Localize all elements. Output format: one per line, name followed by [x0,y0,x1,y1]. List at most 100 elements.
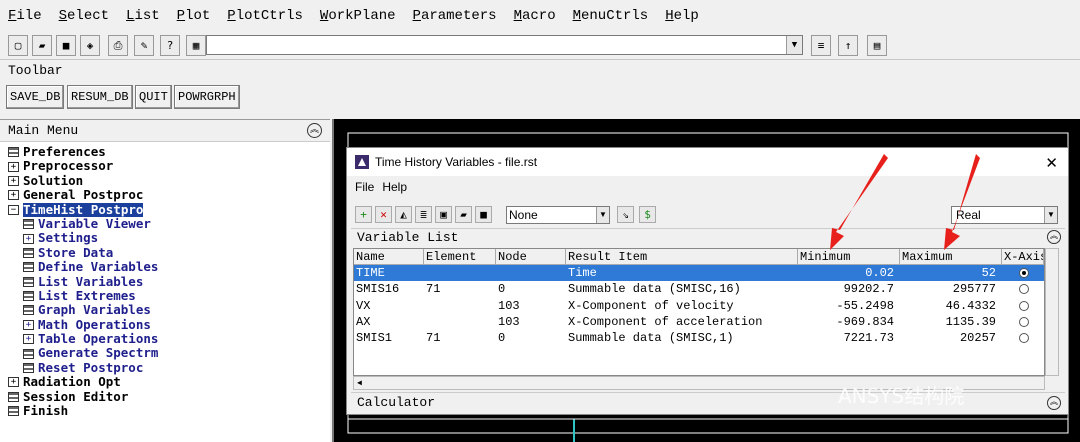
menu-item-variable-viewer[interactable]: Variable Viewer [8,216,330,231]
chevron-down-icon[interactable]: ▼ [596,207,609,223]
table-row[interactable]: TIME Time 0.02 52 [354,265,1044,282]
column-header[interactable]: Element [424,249,496,264]
x-axis-radio[interactable] [1019,333,1029,344]
properties-icon[interactable]: ▣ [435,205,452,223]
save-db-button[interactable]: SAVE_DB [6,85,65,109]
print-icon[interactable]: ⎙ [108,35,128,56]
x-axis-radio[interactable] [1019,284,1029,295]
menu-list[interactable]: List [126,8,160,24]
new-file-icon[interactable]: ▢ [8,35,28,56]
collapse-icon[interactable]: ︽ [307,123,322,138]
menu-item-table-operations[interactable]: + Table Operations [8,331,330,346]
table-row[interactable]: VX 103 X-Component of velocity -55.2498 46.4… [354,298,1044,314]
close-icon[interactable]: ✕ [1045,154,1058,172]
menu-plot[interactable]: Plot [177,8,211,24]
x-axis-radio[interactable] [1019,300,1029,311]
table-row[interactable]: AX 103 X-Component of acceleration -969.834… [354,314,1044,330]
menu-item-finish[interactable]: Finish [8,403,330,418]
menu-item-session-editor[interactable]: Session Editor [8,389,330,404]
menu-item-label: Settings [38,230,99,246]
menu-menuctrls[interactable]: MenuCtrls [573,8,649,24]
cell-item: X-Component of acceleration [568,314,763,329]
vertical-scrollbar[interactable] [1045,248,1059,376]
chevron-down-icon[interactable]: ▼ [786,36,802,54]
menu-item-math-operations[interactable]: + Math Operations [8,317,330,332]
column-header[interactable]: Maximum [900,249,1002,264]
menu-item-define-variables[interactable]: Define Variables [8,259,330,274]
main-menu-panel: Main Menu ︽ Preferences + Preprocessor + Solu… [0,119,330,442]
column-header[interactable]: Name [354,249,424,264]
database-icon[interactable]: ◈ [80,35,100,56]
table-row[interactable]: SMIS16 71 0 Summable data (SMISC,16) 99202.7… [354,281,1044,297]
menu-item-generate-spectrm[interactable]: Generate Spectrm [8,346,330,360]
menu-item-list-variables[interactable]: List Variables [8,274,330,289]
add-variable-icon[interactable]: + [355,205,372,223]
menu-item-radiation-opt[interactable]: + Radiation Opt [8,374,330,389]
cell-name: VX [356,298,371,313]
open-folder-icon[interactable]: ▰ [32,35,52,56]
import-icon[interactable]: ⇘ [617,206,634,223]
main-menu-title: Main Menu ︽ [0,120,330,142]
document-icon [23,363,34,374]
menu-item-reset-postproc[interactable]: Reset Postproc [8,360,330,375]
dialog-menu-help[interactable]: Help [382,180,407,194]
x-axis-radio[interactable] [1019,268,1029,278]
menu-item-solution[interactable]: + Solution [8,172,330,188]
menu-macro[interactable]: Macro [514,8,556,24]
list-icon[interactable]: ≣ [415,205,432,223]
document-icon [23,262,34,273]
x-axis-radio[interactable] [1019,316,1029,327]
expand-icon: + [8,175,19,186]
cell-max: 295777 [952,282,996,297]
report-icon[interactable]: ✎ [134,35,154,56]
menu-item-list-extremes[interactable]: List Extremes [8,288,330,303]
collapse-icon[interactable]: ︽ [1047,230,1061,244]
menu-parameters[interactable]: Parameters [413,8,497,24]
menu-item-label: Preferences [23,144,106,159]
menu-file[interactable]: File [8,8,42,24]
column-header[interactable]: Minimum [798,249,900,264]
column-header[interactable]: Node [496,249,566,264]
menu-item-graph-variables[interactable]: Graph Variables [8,302,330,317]
graph-icon[interactable]: ◭ [395,205,412,223]
menu-item-settings[interactable]: + Settings [8,230,330,246]
column-header[interactable]: Result Item [566,249,798,264]
command-history-icon[interactable]: ↑ [838,35,858,56]
menu-help[interactable]: Help [665,8,699,24]
menu-item-preferences[interactable]: Preferences [8,144,330,159]
calculator-icon[interactable]: $ [639,206,656,223]
dialog-menu-file[interactable]: File [355,180,374,194]
table-row[interactable]: SMIS1 71 0 Summable data (SMISC,1) 7221.73 20… [354,330,1044,346]
delete-variable-icon[interactable]: ✕ [375,205,392,223]
collapse-icon[interactable]: ︽ [1047,396,1061,410]
cell-name: SMIS16 [356,282,400,297]
menu-item-preprocessor[interactable]: + Preprocessor [8,158,330,173]
help-icon[interactable]: ? [160,35,180,56]
menu-item-general-postproc[interactable]: + General Postproc [8,187,330,202]
open-icon[interactable]: ▰ [455,205,472,223]
quit-button[interactable]: QUIT [135,85,172,109]
column-header[interactable]: X-Axis [1002,249,1044,264]
powrgrph-button[interactable]: POWRGRPH [174,85,240,109]
resume-db-button[interactable]: RESUM_DB [67,85,133,109]
command-grid-icon[interactable]: ▦ [186,35,206,56]
menu-item-store-data[interactable]: Store Data [8,245,330,260]
menu-plotctrls[interactable]: PlotCtrls [227,8,303,24]
chevron-down-icon[interactable]: ▼ [1044,207,1057,223]
save-icon[interactable]: ■ [56,35,76,56]
type-select[interactable]: Real ▼ [951,206,1058,224]
command-input[interactable]: ▼ [206,35,803,55]
menu-select[interactable]: Select [59,8,109,24]
output-window-icon[interactable]: ▤ [867,35,887,56]
cell-min: 99202.7 [843,282,894,297]
cell-node [496,265,566,281]
expand-icon: + [23,233,34,244]
expand-icon: + [23,334,34,345]
menu-item-label: Solution [23,172,84,188]
menu-item-timehist-postpro[interactable]: − TimeHist Postpro [8,202,330,217]
result-select[interactable]: None ▼ [506,206,610,224]
save-icon[interactable]: ■ [475,205,492,223]
document-icon [8,391,19,402]
menu-workplane[interactable]: WorkPlane [320,8,396,24]
command-list-icon[interactable]: ≡ [811,35,831,56]
